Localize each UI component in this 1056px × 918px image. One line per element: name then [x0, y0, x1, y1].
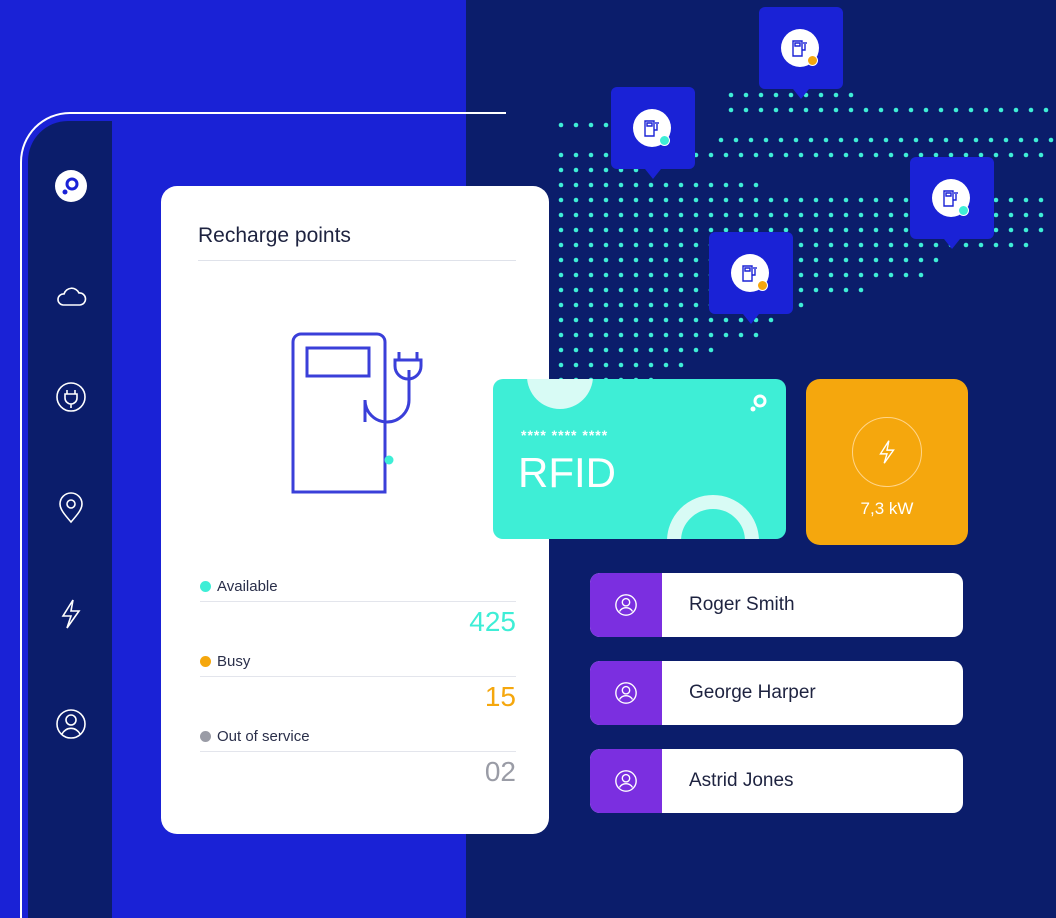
- map-pin-charger[interactable]: [611, 87, 695, 179]
- pin-status-dot: [757, 280, 768, 291]
- user-name: Astrid Jones: [689, 770, 794, 791]
- rfid-label: RFID: [518, 449, 616, 496]
- status-label: Available: [217, 578, 278, 595]
- user-icon: [615, 594, 637, 616]
- brand-logo-icon: [750, 394, 767, 412]
- status-busy: Busy 15: [200, 653, 516, 713]
- pin-status-dot: [659, 135, 670, 146]
- charging-station-icon: [291, 332, 423, 494]
- power-value: 7,3 kW: [860, 499, 914, 518]
- divider: [198, 260, 516, 261]
- map-pin-charger[interactable]: [759, 7, 843, 99]
- user-name: Roger Smith: [689, 594, 795, 615]
- lightning-icon[interactable]: [50, 593, 92, 635]
- user-icon[interactable]: [50, 703, 92, 745]
- recharge-points-card: Recharge points Available 425 Busy 15 Ou…: [161, 186, 549, 834]
- user-icon: [615, 770, 637, 792]
- cloud-icon[interactable]: [50, 276, 92, 318]
- brand-logo-icon[interactable]: [50, 165, 92, 207]
- status-label: Out of service: [217, 728, 310, 745]
- user-icon: [615, 682, 637, 704]
- status-available: Available 425: [200, 578, 516, 638]
- lightning-icon: [879, 440, 895, 464]
- location-pin-icon[interactable]: [50, 487, 92, 529]
- status-dot: [200, 656, 211, 667]
- decorative-ring: [667, 495, 759, 539]
- rfid-card[interactable]: **** **** **** RFID: [493, 379, 786, 539]
- rfid-masked-number: **** **** ****: [521, 427, 609, 443]
- status-dot: [200, 581, 211, 592]
- status-value: 02: [484, 756, 516, 787]
- user-card[interactable]: Astrid Jones: [590, 749, 963, 813]
- map-pin-charger[interactable]: [709, 232, 793, 324]
- user-card[interactable]: Roger Smith: [590, 573, 963, 637]
- user-name: George Harper: [689, 682, 816, 703]
- pin-status-dot: [807, 55, 818, 66]
- status-dot: [200, 731, 211, 742]
- status-label: Busy: [217, 653, 251, 670]
- pin-status-dot: [958, 205, 969, 216]
- card-title: Recharge points: [198, 224, 351, 247]
- status-value: 15: [484, 681, 516, 712]
- status-value: 425: [469, 606, 516, 637]
- plug-icon[interactable]: [50, 376, 92, 418]
- power-card: 7,3 kW: [806, 379, 968, 545]
- decorative-circle: [527, 379, 593, 409]
- map-pin-charger[interactable]: [910, 157, 994, 249]
- status-out-of-service: Out of service 02: [200, 728, 516, 788]
- user-card[interactable]: George Harper: [590, 661, 963, 725]
